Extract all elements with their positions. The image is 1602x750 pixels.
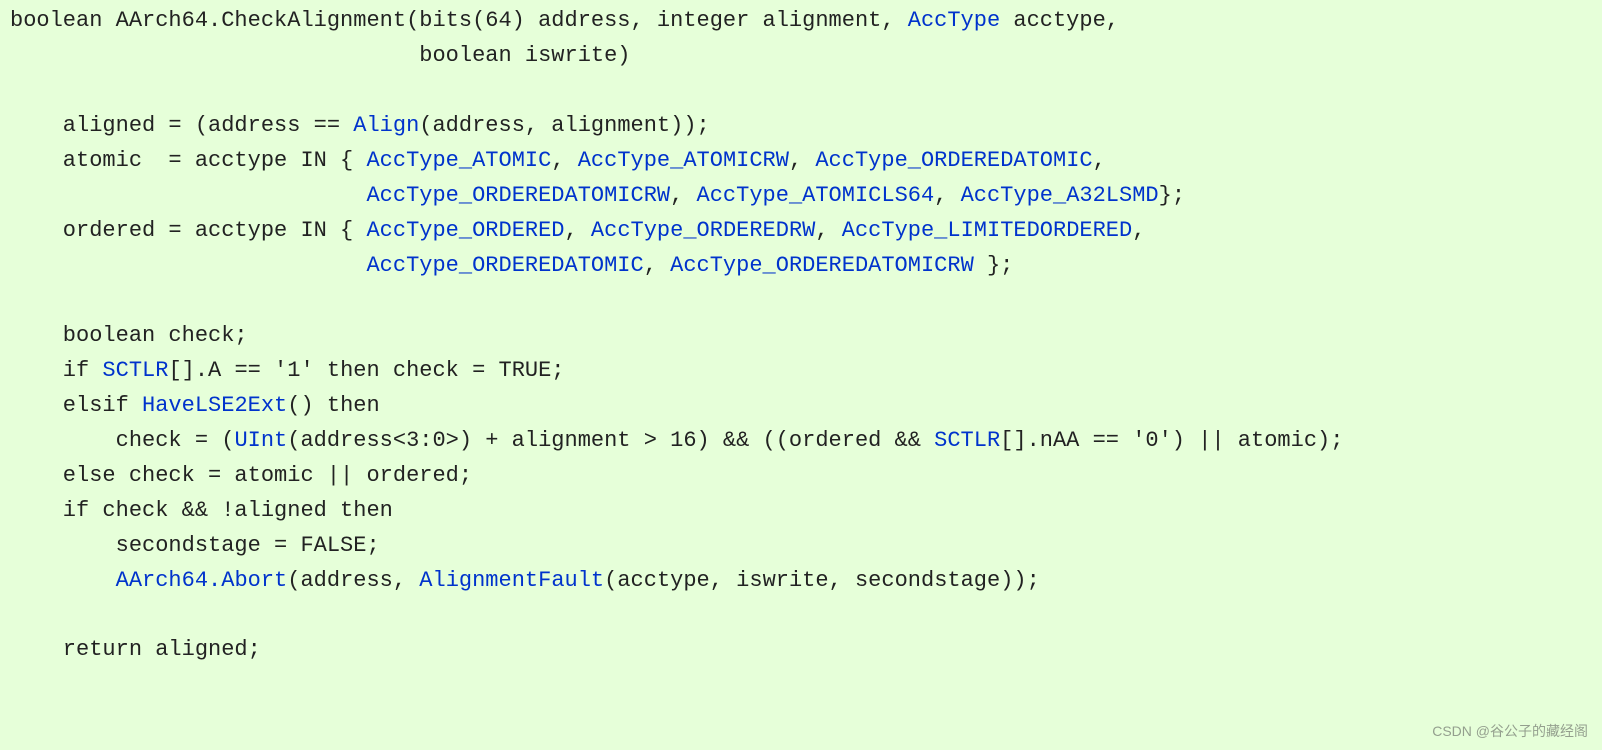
- line-ordered-1: ordered = acctype IN { AccType_ORDERED, …: [10, 218, 1145, 243]
- enum-orderedrw: AccType_ORDEREDRW: [591, 218, 815, 243]
- line-return: return aligned;: [10, 637, 261, 662]
- fn-alignmentfault: AlignmentFault: [419, 568, 604, 593]
- type-acctype: AccType: [908, 8, 1000, 33]
- line-check-eq: check = (UInt(address<3:0>) + alignment …: [10, 428, 1343, 453]
- line-elsif: elsif HaveLSE2Ext() then: [10, 393, 380, 418]
- enum-orderedatomic-2: AccType_ORDEREDATOMIC: [366, 253, 643, 278]
- enum-orderedatomic: AccType_ORDEREDATOMIC: [815, 148, 1092, 173]
- line-aligned: aligned = (address == Align(address, ali…: [10, 113, 710, 138]
- enum-atomicrw: AccType_ATOMICRW: [578, 148, 789, 173]
- line-if-check: if check && !aligned then: [10, 498, 393, 523]
- line-abort: AArch64.Abort(address, AlignmentFault(ac…: [10, 568, 1040, 593]
- line-signature-1: boolean AArch64.CheckAlignment(bits(64) …: [10, 8, 1119, 33]
- line-signature-2: boolean iswrite): [10, 43, 631, 68]
- line-ordered-2: AccType_ORDEREDATOMIC, AccType_ORDEREDAT…: [10, 253, 1013, 278]
- fn-uint: UInt: [234, 428, 287, 453]
- enum-a32lsmd: AccType_A32LSMD: [961, 183, 1159, 208]
- line-decl-check: boolean check;: [10, 323, 248, 348]
- watermark: CSDN @谷公子的藏经阁: [1432, 720, 1588, 742]
- fn-aarch64-abort: AArch64.Abort: [116, 568, 288, 593]
- line-if-sctlr: if SCTLR[].A == '1' then check = TRUE;: [10, 358, 565, 383]
- enum-atomicls64: AccType_ATOMICLS64: [697, 183, 935, 208]
- line-secondstage: secondstage = FALSE;: [10, 533, 380, 558]
- reg-sctlr-2: SCTLR: [934, 428, 1000, 453]
- reg-sctlr: SCTLR: [102, 358, 168, 383]
- fn-havelse2ext: HaveLSE2Ext: [142, 393, 287, 418]
- enum-atomic: AccType_ATOMIC: [366, 148, 551, 173]
- enum-limitedordered: AccType_LIMITEDORDERED: [842, 218, 1132, 243]
- enum-orderedatomicrw: AccType_ORDEREDATOMICRW: [366, 183, 670, 208]
- line-else: else check = atomic || ordered;: [10, 463, 472, 488]
- enum-orderedatomicrw-2: AccType_ORDEREDATOMICRW: [670, 253, 974, 278]
- line-atomic-2: AccType_ORDEREDATOMICRW, AccType_ATOMICL…: [10, 183, 1185, 208]
- code-block: boolean AArch64.CheckAlignment(bits(64) …: [0, 0, 1602, 672]
- enum-ordered: AccType_ORDERED: [366, 218, 564, 243]
- line-atomic-1: atomic = acctype IN { AccType_ATOMIC, Ac…: [10, 148, 1106, 173]
- fn-align: Align: [353, 113, 419, 138]
